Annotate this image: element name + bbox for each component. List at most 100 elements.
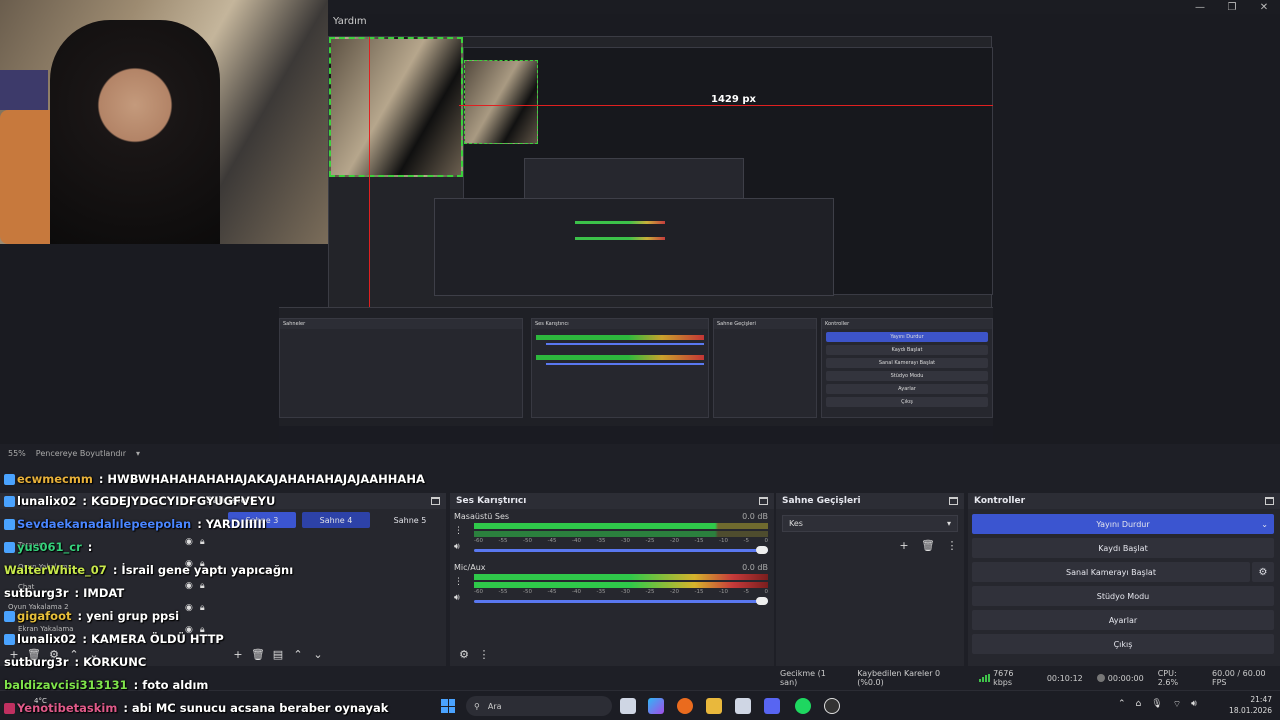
move-down-button[interactable]: ⌄ [310, 646, 326, 662]
discord-icon[interactable] [764, 698, 780, 714]
transition-toolbar: + 🗑︎ ⋮ [896, 537, 960, 553]
delay-status: Gecikme (1 san) [780, 669, 826, 687]
studio-mode-button[interactable]: Stüdyo Modu [972, 586, 1274, 606]
microphone-icon[interactable]: 🎙︎ [1151, 699, 1162, 710]
firefox-icon[interactable] [677, 698, 693, 714]
settings-button[interactable]: Ayarlar [972, 610, 1274, 630]
trash-icon[interactable]: 🗑︎ [920, 537, 936, 553]
obs-icon[interactable] [824, 698, 840, 714]
slider-handle[interactable] [756, 546, 768, 554]
undock-icon[interactable] [949, 497, 958, 505]
kebab-menu-icon[interactable]: ⋮ [454, 577, 463, 587]
taskbar-search[interactable]: ⚲ Ara [466, 696, 612, 716]
volume-slider[interactable] [474, 546, 768, 554]
eye-icon[interactable]: ◉ [185, 559, 193, 569]
lock-icon[interactable]: 🔒︎ [200, 603, 205, 613]
add-scene-button[interactable]: + [230, 646, 246, 662]
gear-icon[interactable]: ⚙︎ [1252, 562, 1274, 582]
file-explorer-icon[interactable] [706, 698, 722, 714]
preview-footer: 55% Pencereye Boyutlandır ▾ [0, 446, 1280, 460]
meter-tick: -5 [743, 538, 749, 544]
source-item[interactable]: Oyun Yakalama 2 [8, 603, 69, 611]
eye-icon[interactable]: ◉ [185, 537, 193, 547]
minimize-button[interactable]: — [1184, 0, 1216, 14]
lock-icon[interactable]: 🔒︎ [200, 581, 205, 591]
nested-panel-transitions: Sahne Geçişleri [713, 318, 817, 418]
volume-meter [474, 574, 768, 580]
start-record-button[interactable]: Kaydı Başlat [972, 538, 1274, 558]
source-item[interactable]: Chat [18, 583, 34, 591]
copilot-icon[interactable] [648, 698, 664, 714]
add-source-button[interactable]: + [6, 646, 22, 662]
tab-sahne-4[interactable]: Sahne 4 [302, 512, 370, 528]
nested-obs-dock [434, 198, 834, 296]
zoom-level[interactable]: 55% [8, 449, 26, 458]
meter-tick: -20 [670, 538, 679, 544]
eye-icon[interactable]: ◉ [185, 625, 193, 635]
windows-start-icon[interactable] [441, 699, 455, 713]
tab-sahne-5[interactable]: Sahne 5 [376, 512, 444, 528]
add-transition-button[interactable]: + [896, 537, 912, 553]
store-icon[interactable] [735, 698, 751, 714]
trash-icon[interactable]: 🗑︎ [250, 646, 266, 662]
maximize-button[interactable]: ❐ [1216, 0, 1248, 14]
nested-btn-studio: Stüdyo Modu [826, 371, 988, 381]
spotify-icon[interactable] [795, 698, 811, 714]
speaker-icon[interactable]: 🔊︎ [454, 593, 460, 603]
undock-icon[interactable] [1265, 497, 1274, 505]
chevron-up-icon[interactable]: ⌃ [1118, 699, 1126, 710]
nested-webcam-source[interactable] [329, 37, 463, 177]
speaker-icon[interactable]: 🔊︎ [454, 542, 460, 552]
eye-icon[interactable]: ◉ [185, 581, 193, 591]
tab-sahne-3[interactable]: Sahne 3 [228, 512, 296, 528]
wifi-icon[interactable]: ⌔ [1173, 699, 1181, 710]
window-controls: — ❐ ✕ [1184, 0, 1280, 14]
gear-icon[interactable]: ⚙︎ [456, 646, 472, 662]
preview-canvas[interactable]: 1429 px Sahneler Ses Karıştırıcı Sahne G… [279, 36, 993, 444]
kebab-menu-icon[interactable]: ⋮ [454, 526, 463, 536]
source-item[interactable]: Ekran Yakalama [18, 625, 73, 633]
measure-label: 1429 px [711, 94, 756, 105]
scenes-toolbar: + 🗑︎ ▤ ⌃ ⌄ [230, 646, 326, 662]
mixer-toolbar: ⚙︎ ⋮ [456, 646, 492, 662]
undock-icon[interactable] [431, 497, 440, 505]
task-view-icon[interactable] [620, 698, 636, 714]
search-placeholder: Ara [487, 701, 502, 711]
lock-icon[interactable]: 🔒︎ [200, 559, 205, 569]
move-down-button[interactable]: ⌄ [86, 646, 102, 662]
move-up-button[interactable]: ⌃ [66, 646, 82, 662]
transition-select[interactable]: Kes ▾ [782, 515, 958, 532]
filter-icon[interactable]: ▤ [270, 646, 286, 662]
kebab-menu-icon[interactable]: ⋮ [476, 646, 492, 662]
stop-stream-button[interactable]: Yayını Durdur ⌄ [972, 514, 1274, 534]
chevron-down-icon[interactable]: ▾ [136, 449, 140, 458]
trash-icon[interactable]: 🗑︎ [26, 646, 42, 662]
volume-icon[interactable]: 🔊︎ [1191, 699, 1197, 710]
exit-button[interactable]: Çıkış [972, 634, 1274, 654]
meter-tick: -10 [719, 589, 728, 595]
slider-handle[interactable] [756, 597, 768, 605]
nested-panel-sources: Sahneler [279, 318, 523, 418]
gear-icon[interactable]: ⚙︎ [46, 646, 62, 662]
eye-icon[interactable]: ◉ [185, 603, 193, 613]
lock-icon[interactable]: 🔒︎ [200, 537, 205, 547]
sources-toolbar: + 🗑︎ ⚙︎ ⌃ ⌄ [6, 646, 102, 662]
source-item[interactable]: Oyun Yakalama [18, 563, 72, 571]
mixer-channel-mic: Mic/Aux 0.0 dB ⋮ 🔊︎ -60 -55 -50 -45 -40 -35 -30… [454, 563, 768, 605]
kebab-menu-icon[interactable]: ⋮ [944, 537, 960, 553]
menu-help[interactable]: Yardım [333, 16, 367, 27]
clock[interactable]: 21:47 18.01.2026 [1229, 694, 1272, 716]
meter-tick: -55 [498, 538, 508, 544]
move-up-button[interactable]: ⌃ [290, 646, 306, 662]
network-icon[interactable]: ⌂ [1136, 699, 1142, 710]
lock-icon[interactable]: 🔒︎ [200, 625, 205, 635]
resize-dropdown[interactable]: Pencereye Boyutlandır [36, 449, 126, 458]
undock-icon[interactable] [759, 497, 768, 505]
source-item[interactable]: Tarayıcı [18, 541, 44, 549]
chevron-down-icon[interactable]: ⌄ [1261, 520, 1268, 529]
stop-stream-label: Yayını Durdur [1096, 519, 1150, 529]
volume-slider[interactable] [474, 597, 768, 605]
meter-tick: -15 [694, 589, 704, 595]
close-button[interactable]: ✕ [1248, 0, 1280, 14]
virtual-camera-button[interactable]: Sanal Kamerayı Başlat [972, 562, 1250, 582]
